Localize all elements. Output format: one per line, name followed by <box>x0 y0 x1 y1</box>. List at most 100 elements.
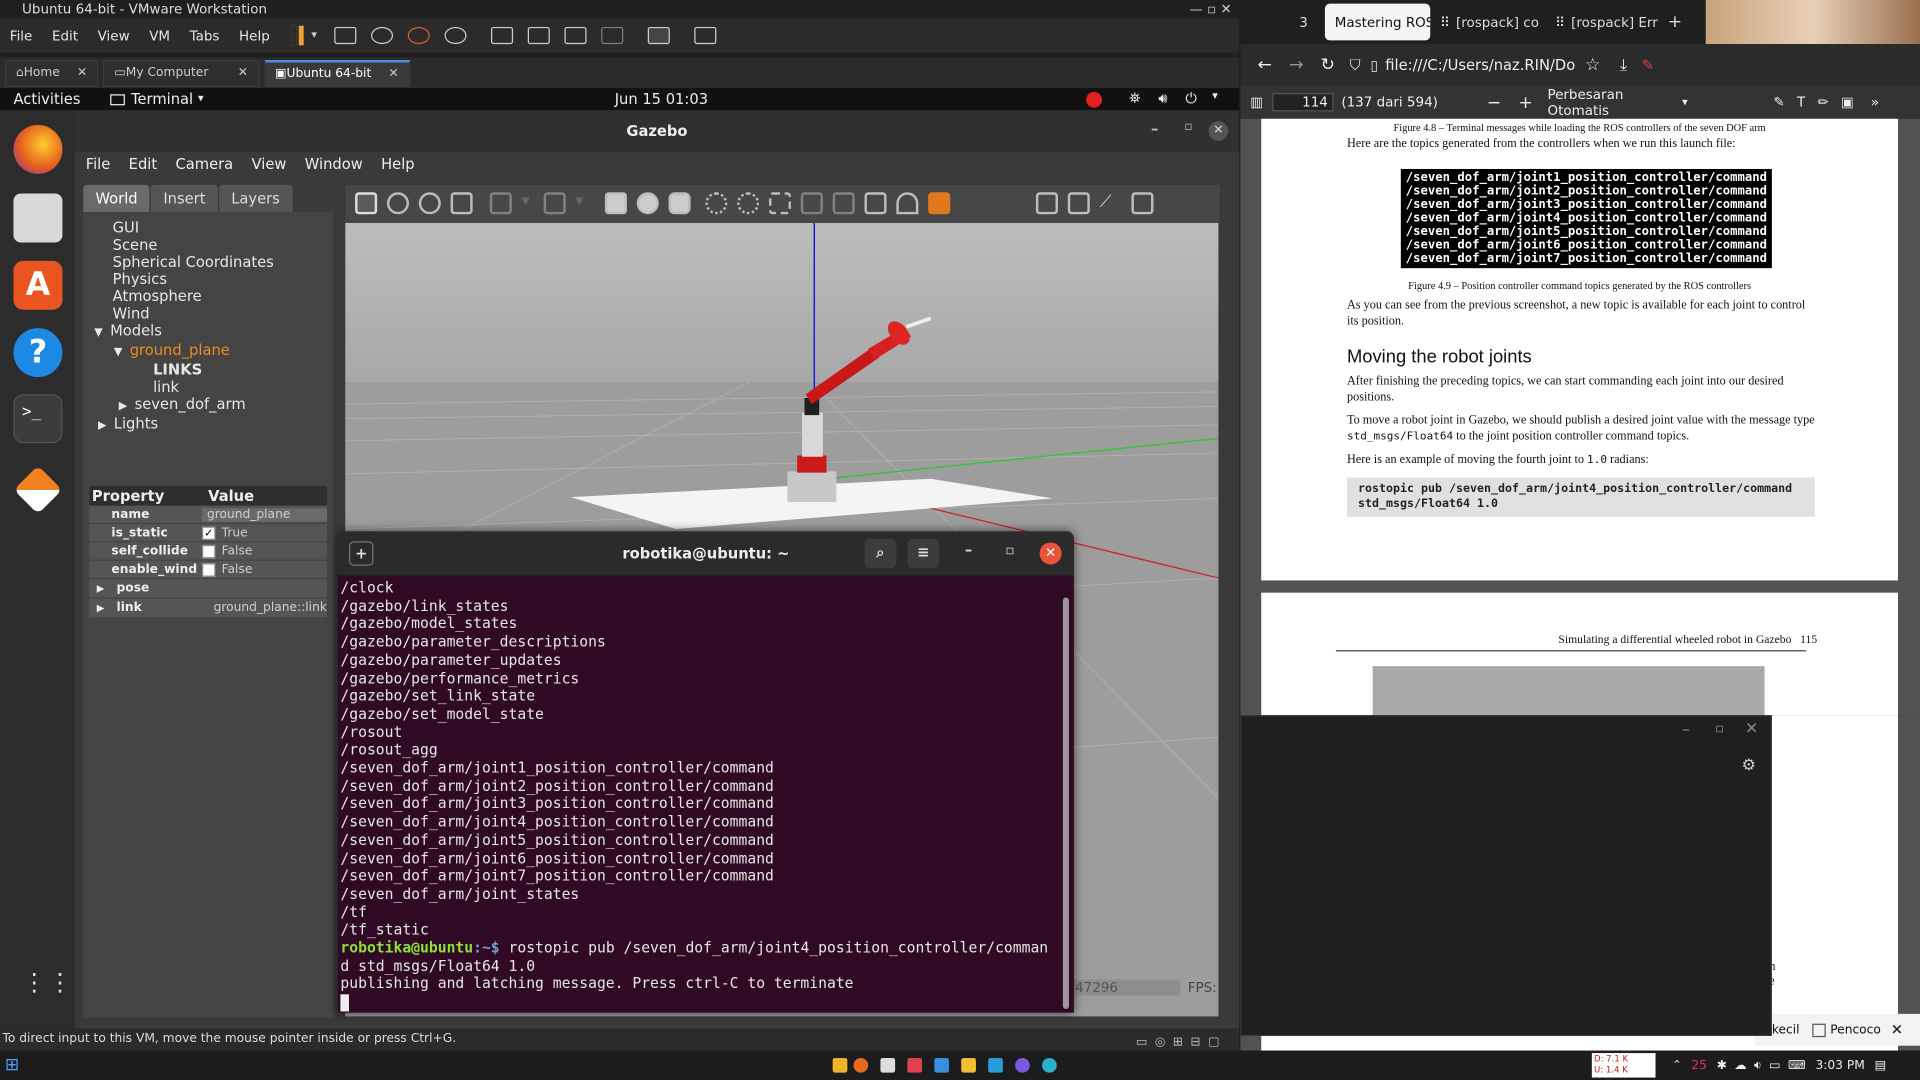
tab-rospack-2[interactable]: ⠿ [rospack] Err <box>1545 4 1660 41</box>
extension-icon[interactable]: ✎ <box>1642 56 1654 73</box>
gz-menu-window[interactable]: Window <box>305 156 363 173</box>
new-tab-icon[interactable]: + <box>348 541 374 566</box>
tab-home[interactable]: ⌂ Home ✕ <box>4 59 99 87</box>
close-icon[interactable]: ✕ <box>238 66 248 79</box>
explorer-icon[interactable] <box>832 1057 848 1073</box>
tab-mastering-ros[interactable]: Mastering ROS✕ <box>1324 3 1431 41</box>
tab-my-computer[interactable]: ▭ My Computer ✕ <box>103 59 260 87</box>
url-field[interactable]: file:///C:/Users/naz.RIN/Do <box>1385 56 1575 73</box>
screenshot-icon[interactable] <box>1035 192 1058 215</box>
close-icon[interactable]: ✕ <box>388 67 398 80</box>
menu-icon[interactable]: ≡ <box>907 538 940 569</box>
onedrive-icon[interactable]: ☁ <box>1734 1059 1746 1072</box>
spot-light-icon[interactable] <box>737 192 760 215</box>
redo-icon[interactable] <box>543 192 566 215</box>
page-number-input[interactable]: 114 <box>1272 93 1334 112</box>
close-icon[interactable]: ✕ <box>1208 121 1229 141</box>
send-keys-icon[interactable] <box>334 26 357 45</box>
firefox-taskbar-icon[interactable] <box>853 1057 868 1073</box>
prop-row-pose[interactable]: ▶ pose <box>89 579 327 599</box>
select-tool-icon[interactable] <box>355 192 378 215</box>
maximize-icon[interactable]: ▫ <box>1715 720 1724 736</box>
software-icon[interactable]: A <box>13 260 63 310</box>
video-icon[interactable] <box>1131 192 1154 215</box>
help-icon[interactable]: ? <box>13 328 63 378</box>
close-icon[interactable]: ✕ <box>77 66 87 79</box>
prop-row-enable-wind[interactable]: enable_wind False <box>89 560 327 580</box>
minimize-icon[interactable]: – <box>1682 721 1690 739</box>
prop-row-is-static[interactable]: is_static ✓ True <box>89 524 327 543</box>
undo-icon[interactable] <box>489 192 512 215</box>
chevron-down-icon[interactable]: ▾ <box>311 29 317 41</box>
snap-icon[interactable] <box>896 192 919 215</box>
cylinder-icon[interactable] <box>668 192 691 215</box>
image-icon[interactable]: ▣ <box>1841 94 1854 110</box>
gazebo-icon[interactable] <box>13 465 63 515</box>
app-icon[interactable] <box>960 1057 976 1073</box>
tab-count[interactable]: 3 <box>1299 14 1308 30</box>
scale-tool-icon[interactable] <box>450 192 473 215</box>
tab-insert[interactable]: Insert <box>151 184 218 212</box>
search-icon[interactable]: ⌕ <box>864 538 897 569</box>
record-icon[interactable] <box>1086 91 1103 108</box>
sphere-icon[interactable] <box>636 192 659 215</box>
sidebar-toggle-icon[interactable]: ▥ <box>1250 94 1263 110</box>
fullscreen-icon[interactable] <box>564 26 587 45</box>
draw-icon[interactable]: ✏ <box>1817 94 1828 110</box>
firefox-icon[interactable] <box>13 124 63 174</box>
tree-arm[interactable]: ▶ seven_dof_arm <box>83 396 333 416</box>
files-icon[interactable] <box>13 193 63 243</box>
volume-icon[interactable]: 🔊︎ <box>1158 89 1167 107</box>
chevron-down-icon[interactable]: ▾ <box>576 192 588 214</box>
gear-icon[interactable]: ⚙ <box>1742 757 1756 775</box>
pause-icon[interactable] <box>291 25 297 46</box>
view-angle-icon[interactable] <box>928 192 951 215</box>
app-icon[interactable] <box>933 1057 949 1073</box>
more-icon[interactable]: » <box>1871 94 1879 110</box>
terminal-window[interactable]: + robotika@ubuntu: ~ ⌕ ≡ – ▫ ✕ /clock/ga… <box>337 531 1074 1013</box>
maximize-icon[interactable]: ▫ <box>1184 120 1192 133</box>
paste-icon[interactable] <box>832 192 855 215</box>
tab-world[interactable]: World <box>83 184 150 212</box>
directional-light-icon[interactable] <box>768 192 792 215</box>
tab-layers[interactable]: Layers <box>218 184 293 212</box>
power-icon[interactable]: ⏻ <box>1185 89 1197 107</box>
minimize-icon[interactable]: – <box>1151 120 1158 137</box>
app-icon[interactable] <box>880 1057 895 1073</box>
menu-edit[interactable]: Edit <box>52 28 78 44</box>
prop-row-self-collide[interactable]: self_collide False <box>89 542 327 561</box>
findbar-option[interactable]: Pencoco <box>1830 1023 1881 1036</box>
tree-physics[interactable]: Physics <box>83 271 333 288</box>
menu-help[interactable]: Help <box>239 28 270 44</box>
stretch-icon[interactable] <box>694 26 717 45</box>
gz-menu-camera[interactable]: Camera <box>176 156 234 173</box>
translate-tool-icon[interactable] <box>386 192 409 215</box>
minimize-icon[interactable]: – <box>965 541 972 558</box>
checkbox-checked[interactable]: ✓ <box>202 525 216 540</box>
text-icon[interactable]: T <box>1797 94 1805 110</box>
log-icon[interactable] <box>1067 192 1090 215</box>
app-icon[interactable] <box>1014 1057 1030 1073</box>
checkbox[interactable] <box>202 562 216 577</box>
reload-icon[interactable]: ↻ <box>1321 55 1335 75</box>
back-icon[interactable]: ← <box>1258 55 1272 75</box>
zoom-select[interactable]: Perbesaran Otomatis <box>1547 86 1682 118</box>
forward-icon[interactable]: → <box>1289 55 1303 75</box>
chevron-down-icon[interactable]: ▾ <box>1212 91 1218 103</box>
tree-atmosphere[interactable]: Atmosphere <box>83 288 333 305</box>
tree-spherical[interactable]: Spherical Coordinates <box>83 253 333 270</box>
volume-icon[interactable]: 🔉︎ <box>1754 1059 1762 1072</box>
close-icon[interactable]: ✕ <box>1039 542 1062 565</box>
network-meter[interactable]: D: 7.1 K U: 1.4 K <box>1591 1053 1656 1078</box>
bookmark-star-icon[interactable]: ☆ <box>1585 55 1600 75</box>
thumbnail-icon[interactable] <box>527 26 550 45</box>
point-light-icon[interactable] <box>705 192 728 215</box>
tree-models[interactable]: ▼ Models <box>83 322 333 342</box>
box-icon[interactable] <box>604 192 627 215</box>
console-icon[interactable] <box>647 26 670 45</box>
library-icon[interactable] <box>490 26 513 45</box>
network-icon[interactable]: ▭ <box>1769 1059 1781 1072</box>
download-icon[interactable]: ⤓ <box>1620 56 1627 74</box>
keyboard-icon[interactable]: ⌨ <box>1788 1059 1806 1072</box>
menu-view[interactable]: View <box>98 28 130 44</box>
